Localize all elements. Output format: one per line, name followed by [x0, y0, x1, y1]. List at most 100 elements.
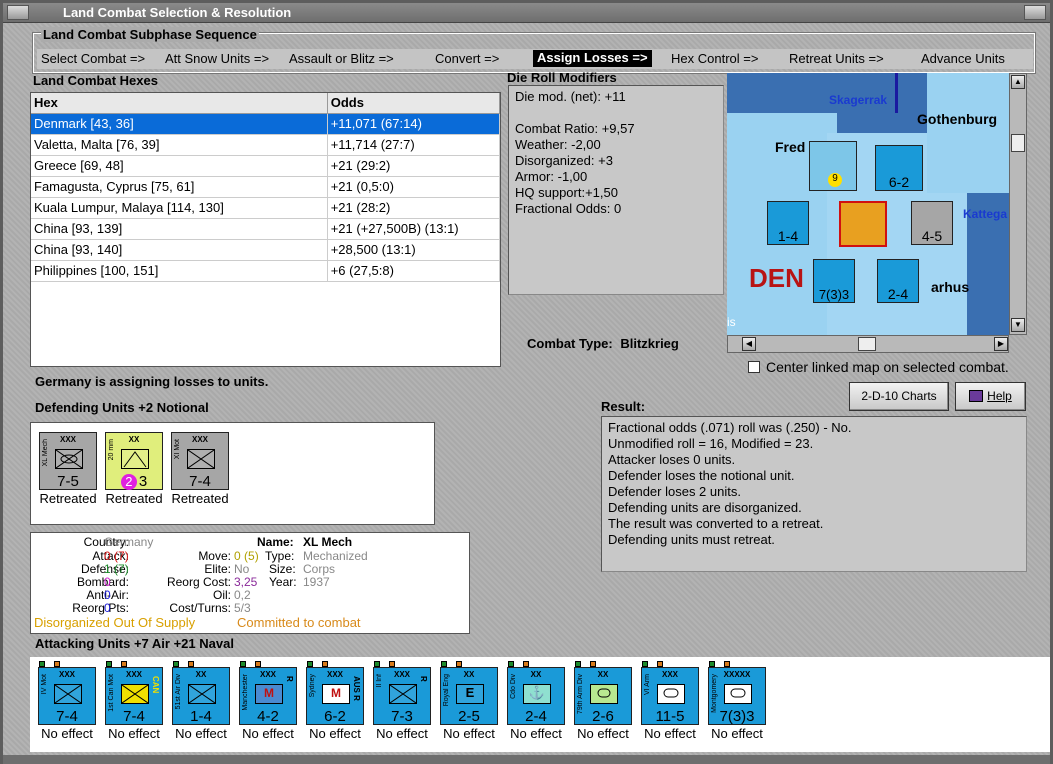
att-unit-cdo-div[interactable]: XX Cdo Div ⚓ 2-4 — [507, 667, 565, 725]
hex-row[interactable]: Denmark [43, 36] +11,071 (67:14) — [31, 113, 501, 135]
map-scroll-left-button[interactable]: ◀ — [742, 337, 756, 351]
hex-row[interactable]: China [93, 140] +28,500 (13:1) — [31, 239, 501, 261]
supply-status-icon — [709, 661, 715, 667]
att-unit-royal-eng[interactable]: XX Royal Eng E 2-5 — [440, 667, 498, 725]
map-counter-cdo[interactable]: 2-4 — [877, 259, 919, 303]
def-unit-values: 23 — [106, 473, 162, 490]
step-assign-losses[interactable]: Assign Losses => — [533, 50, 652, 67]
map-hscroll-thumb[interactable] — [858, 337, 876, 351]
att-unit-montgomery[interactable]: XXXXX Montgomery 7(3)3 — [708, 667, 766, 725]
status-text: Germany is assigning losses to units. — [35, 374, 269, 389]
country-value: Germany — [104, 535, 154, 549]
map-counter-air[interactable]: 9 — [809, 141, 857, 191]
combat-type-label: Combat Type: — [527, 336, 613, 351]
status-supply: Disorganized Out Of Supply — [34, 615, 196, 630]
step-convert[interactable]: Convert => — [435, 51, 499, 66]
die-mod-line: Fractional Odds: 0 — [515, 201, 622, 216]
att-unit-vi-arm[interactable]: XXX VI Arm 11-5 — [641, 667, 699, 725]
hex-row[interactable]: Greece [69, 48] +21 (29:2) — [31, 155, 501, 177]
window: Land Combat Selection & Resolution Land … — [0, 0, 1053, 764]
result-line: Defending units are disorganized. — [608, 500, 802, 515]
map-label-kattega: Kattega — [963, 207, 1008, 221]
att-unit-values: 4-2 — [257, 708, 279, 725]
def-unit-name: 20 mm — [108, 439, 115, 461]
def-unit-xi-mot[interactable]: XXX XI Mot 7-4 — [171, 432, 229, 490]
hex-row[interactable]: Famagusta, Cyprus [75, 61] +21 (0,5:0) — [31, 176, 501, 198]
hex-row[interactable]: Valetta, Malta [76, 39] +11,714 (27:7) — [31, 134, 501, 156]
hq-symbol-icon — [724, 684, 752, 704]
att-unit-name: II Inf — [376, 674, 383, 688]
org-status-icon — [255, 661, 261, 667]
map-label-denmark: DEN — [749, 263, 804, 293]
att-unit-iv-mot[interactable]: XXX IV Mot 7-4 — [38, 667, 96, 725]
result-line: Unmodified roll = 16, Modified = 23. — [608, 436, 814, 451]
att-unit-name: Sydney — [309, 674, 316, 698]
map-horizontal-scrollbar[interactable]: ◀ ▶ — [727, 335, 1009, 353]
supply-status-icon — [441, 661, 447, 667]
map-scroll-right-button[interactable]: ▶ — [994, 337, 1008, 351]
unit-info-panel: Country: Germany Attack: 0 (7) Defense: … — [30, 532, 470, 634]
combat-type-row: Combat Type: Blitzkrieg — [527, 336, 679, 351]
close-button[interactable] — [1024, 5, 1046, 20]
hex-row[interactable]: Philippines [100, 151] +6 (27,5:8) — [31, 260, 501, 282]
map-scroll-down-button[interactable]: ▼ — [1011, 318, 1025, 332]
org-status-icon — [724, 661, 730, 667]
att-unit-tag: CAN — [151, 676, 160, 694]
hex-cell: Philippines [100, 151] — [31, 260, 328, 282]
bombard-label: Bombard: — [76, 575, 129, 589]
map-counter-german[interactable]: 4-5 — [911, 201, 953, 245]
def-unit-values: 7-5 — [57, 473, 79, 490]
armor-symbol-icon — [657, 684, 685, 704]
step-advance-units[interactable]: Advance Units — [921, 51, 1005, 66]
odds-cell: +11,071 (67:14) — [327, 113, 501, 135]
org-status-icon — [590, 661, 596, 667]
center-map-checkbox[interactable] — [748, 361, 760, 373]
att-unit-ii-inf[interactable]: XXX II Inf 7-3 R — [373, 667, 431, 725]
help-button[interactable]: Help — [955, 382, 1026, 411]
org-status-icon — [389, 661, 395, 667]
step-assault-or-blitz[interactable]: Assault or Blitz => — [289, 51, 394, 66]
hex-cell: China [93, 139] — [31, 218, 328, 240]
step-hex-control[interactable]: Hex Control => — [671, 51, 758, 66]
col-hex-header[interactable]: Hex — [31, 93, 328, 114]
die-mods-panel: Die mod. (net): +11 Combat Ratio: +9,57 We… — [508, 85, 724, 295]
hex-row[interactable]: China [93, 139] +21 (+27,500B) (13:1) — [31, 218, 501, 240]
att-unit-name: Cdo Div — [510, 674, 517, 699]
supply-status-icon — [240, 661, 246, 667]
att-unit-values: 7-4 — [123, 708, 145, 725]
map-counter-airdiv[interactable]: 1-4 — [767, 201, 809, 245]
step-att-snow-units[interactable]: Att Snow Units => — [165, 51, 269, 66]
map-vertical-scrollbar[interactable]: ▲ ▼ — [1009, 73, 1027, 335]
map-combat-hex-marker[interactable] — [839, 201, 887, 247]
att-unit-79th-arm-div[interactable]: XX 79th Arm Div 2-6 — [574, 667, 632, 725]
step-retreat-units[interactable]: Retreat Units => — [789, 51, 884, 66]
map-label-gothenburg: Gothenburg — [917, 111, 998, 127]
att-unit-manchester[interactable]: XXX Manchester M 4-2 R — [239, 667, 297, 725]
map-counter-montgomery[interactable]: 7(3)3 — [813, 259, 855, 303]
hex-cell: Denmark [43, 36] — [31, 113, 328, 135]
air-symbol-icon — [188, 684, 216, 704]
linked-map[interactable]: Skagerrak Gothenburg Fred Kattega DEN ar… — [727, 73, 1009, 335]
window-title: Land Combat Selection & Resolution — [63, 5, 292, 20]
hex-row[interactable]: Kuala Lumpur, Malaya [114, 130] +21 (28:2… — [31, 197, 501, 219]
elite-value: No — [234, 562, 250, 576]
att-unit-51st-air-div[interactable]: XX 51st Air Div 1-4 — [172, 667, 230, 725]
att-unit-values: 6-2 — [324, 708, 346, 725]
def-unit-caption: Retreated — [39, 491, 97, 506]
step-select-combat[interactable]: Select Combat => — [41, 51, 145, 66]
att-unit-sydney[interactable]: XXX Sydney M 6-2 AUS R — [306, 667, 364, 725]
def-unit-xl-mech[interactable]: XXX XL Mech 7-5 — [39, 432, 97, 490]
att-unit-name: VI Arm — [644, 674, 651, 696]
att-unit-values: 1-4 — [190, 708, 212, 725]
attacking-units-panel: XXX IV Mot 7-4 No effect XXX 1st Can Mot 7-4 CA… — [30, 657, 1050, 752]
def-unit-20mm[interactable]: XX 20 mm 23 — [105, 432, 163, 490]
map-vscroll-thumb[interactable] — [1011, 134, 1025, 152]
system-menu-button[interactable] — [7, 5, 29, 20]
col-odds-header[interactable]: Odds — [327, 93, 501, 114]
map-counter-sydney[interactable]: 6-2 — [875, 145, 923, 191]
charts-button[interactable]: 2-D-10 Charts — [849, 382, 949, 411]
map-scroll-up-button[interactable]: ▲ — [1011, 75, 1025, 89]
def-unit-values: 7-4 — [189, 473, 211, 490]
result-title: Result: — [601, 399, 646, 414]
att-unit-1st-can-mot[interactable]: XXX 1st Can Mot 7-4 CAN — [105, 667, 163, 725]
